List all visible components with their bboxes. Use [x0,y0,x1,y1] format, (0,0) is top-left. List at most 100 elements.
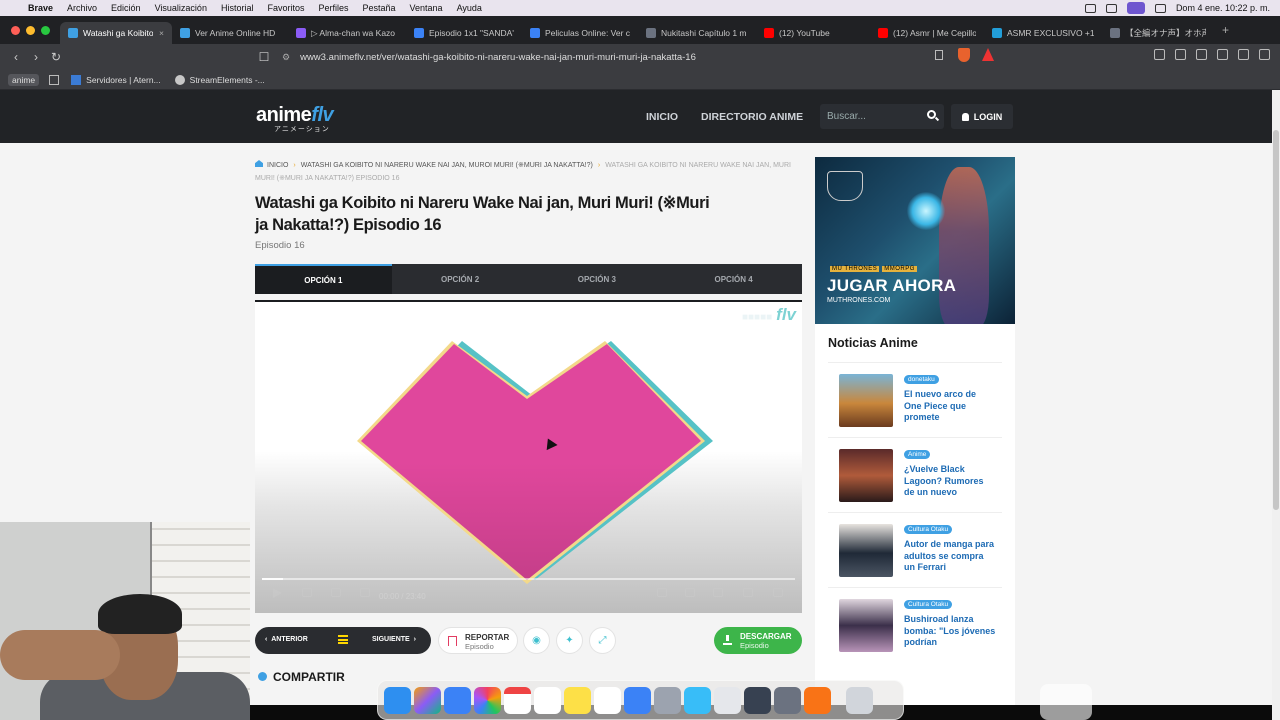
extensions-icon[interactable] [1217,49,1228,60]
reload-button[interactable]: ↻ [46,50,66,64]
news-thumbnail[interactable] [839,374,893,427]
nav-directorio[interactable]: DIRECTORIO ANIME [701,111,803,123]
download-video-icon[interactable] [657,588,667,597]
quicktime-icon[interactable] [744,686,771,714]
trash-icon[interactable] [846,686,873,714]
menu-favoritos[interactable]: Favoritos [267,3,304,13]
sidebar-icon[interactable] [1175,49,1186,60]
breadcrumb-series[interactable]: WATASHI GA KOIBITO NI NARERU WAKE NAI JA… [301,162,593,169]
eye-icon[interactable]: ◉ [523,627,550,654]
finder-icon[interactable] [384,686,411,714]
share-icon[interactable] [935,50,943,60]
safari-icon[interactable] [684,686,711,714]
prev-episode-button[interactable]: ‹ ANTERIOR [265,636,308,643]
menubar-clock[interactable]: Dom 4 ene. 10:22 p. m. [1176,3,1270,13]
forward-button[interactable]: › [26,50,46,64]
expand-icon[interactable]: ⤢ [589,627,616,654]
freeform-icon[interactable] [594,686,621,714]
tab-opcion-4[interactable]: OPCIÓN 4 [665,264,802,294]
page-scrollbar[interactable] [1272,90,1280,720]
settings-icon[interactable] [713,588,723,597]
brave-shields-icon[interactable] [958,48,970,62]
news-thumbnail[interactable] [839,599,893,652]
menu-archivo[interactable]: Archivo [67,3,97,13]
news-headline[interactable]: El nuevo arco de One Piece que promete [904,389,996,424]
tab-8[interactable]: (12) Asmr | Me Cepillo [870,22,984,44]
bookmark-anime[interactable]: anime [8,73,40,86]
screen-icon[interactable] [1084,3,1096,13]
breadcrumb-home[interactable]: INICIO [267,162,288,169]
system-settings-icon[interactable] [654,686,681,714]
media-icon[interactable] [1154,49,1165,60]
minimize-window-button[interactable] [26,25,35,35]
control-center-icon[interactable] [1126,2,1145,14]
wifi-icon[interactable] [1154,3,1166,13]
tab-3[interactable]: ▷ Alma-chan wa Kazo [288,22,406,44]
menu-historial[interactable]: Historial [221,3,254,13]
menu-pestana[interactable]: Pestaña [363,3,396,13]
zoom-window-button[interactable] [41,25,50,35]
search-icon[interactable] [927,110,936,119]
preview-icon[interactable] [714,686,741,714]
news-tag[interactable]: donetaku [904,375,939,384]
brave-icon[interactable] [804,686,831,714]
tab-opcion-3[interactable]: OPCIÓN 3 [529,264,666,294]
volume-icon[interactable] [360,588,370,597]
menubar-app-name[interactable]: Brave [28,3,53,13]
bulb-icon[interactable]: ✦ [556,627,583,654]
download-button[interactable]: DESCARGAR Episodio [714,627,802,654]
news-card[interactable]: donetaku El nuevo arco de One Piece que p… [828,362,1002,436]
report-button[interactable]: REPORTAR Episodio [438,627,518,654]
tab-9[interactable]: ASMR EXCLUSIVO +1 [984,22,1102,44]
nav-inicio[interactable]: INICIO [646,111,678,123]
ad-banner[interactable]: MU THRONES MMORPG JUGAR AHORA MUTHRONES.C… [815,157,1015,324]
address-bar[interactable]: ⚙ www3.animeflv.net/ver/watashi-ga-koibi… [282,47,1002,67]
tab-6[interactable]: Nukitashi Capítulo 1 m [638,22,756,44]
ad-cta[interactable]: JUGAR AHORA [827,276,956,296]
video-progress[interactable] [262,578,795,580]
fullscreen-icon[interactable] [773,588,783,597]
address-url[interactable]: www3.animeflv.net/ver/watashi-ga-koibito… [300,52,696,63]
new-tab-button[interactable]: + [1214,23,1237,37]
bookmark-streamelements[interactable]: StreamElements -... [174,74,265,85]
menu-ayuda[interactable]: Ayuda [457,3,482,13]
news-headline[interactable]: ¿Vuelve Black Lagoon? Rumores de un nuev… [904,464,996,499]
activity-icon[interactable] [774,686,801,714]
vpn-icon[interactable] [1238,49,1249,60]
news-card[interactable]: Anime ¿Vuelve Black Lagoon? Rumores de un… [828,437,1002,511]
forward-icon[interactable] [331,588,341,597]
next-episode-button[interactable]: SIGUIENTE › [372,636,416,643]
news-card[interactable]: Cultura Otaku Autor de manga para adultos… [828,512,1002,586]
search-input[interactable] [827,109,919,124]
calendar-icon[interactable] [504,686,531,714]
tab-opcion-1[interactable]: OPCIÓN 1 [255,264,392,294]
close-tab-icon[interactable]: × [153,28,164,38]
news-thumbnail[interactable] [839,449,893,502]
reminders-icon[interactable] [534,686,561,714]
video-player[interactable]: ■■■■■ flv 00:00 / 23:40 [255,300,802,613]
list-icon[interactable] [338,635,348,644]
login-button[interactable]: LOGIN [951,104,1013,129]
tab-10[interactable]: 【全編オナ声】オホ声 [1102,22,1214,44]
mail-icon[interactable] [444,686,471,714]
scrollbar-thumb[interactable] [1273,130,1279,510]
close-window-button[interactable] [11,25,20,35]
menu-edicion[interactable]: Edición [111,3,141,13]
tab-opcion-2[interactable]: OPCIÓN 2 [392,264,529,294]
news-tag[interactable]: Cultura Otaku [904,525,953,534]
tab-4[interactable]: Episodio 1x1 "SANDA" [406,22,522,44]
site-info-icon[interactable]: ⚙ [282,52,290,63]
news-thumbnail[interactable] [839,524,893,577]
bookmark-icon[interactable]: ☐ [254,50,274,64]
wallet-icon[interactable] [1196,49,1207,60]
menu-icon[interactable] [1259,49,1270,60]
news-tag[interactable]: Anime [904,450,931,459]
app-store-icon[interactable] [624,686,651,714]
tab-5[interactable]: Peliculas Online: Ver c [522,22,638,44]
battery-icon[interactable] [1105,3,1117,13]
back-button[interactable]: ‹ [6,50,26,64]
news-headline[interactable]: Autor de manga para adultos se compra un… [904,539,996,574]
photos-icon[interactable] [474,686,501,714]
captions-icon[interactable] [685,588,695,597]
menu-visualizacion[interactable]: Visualización [155,3,207,13]
